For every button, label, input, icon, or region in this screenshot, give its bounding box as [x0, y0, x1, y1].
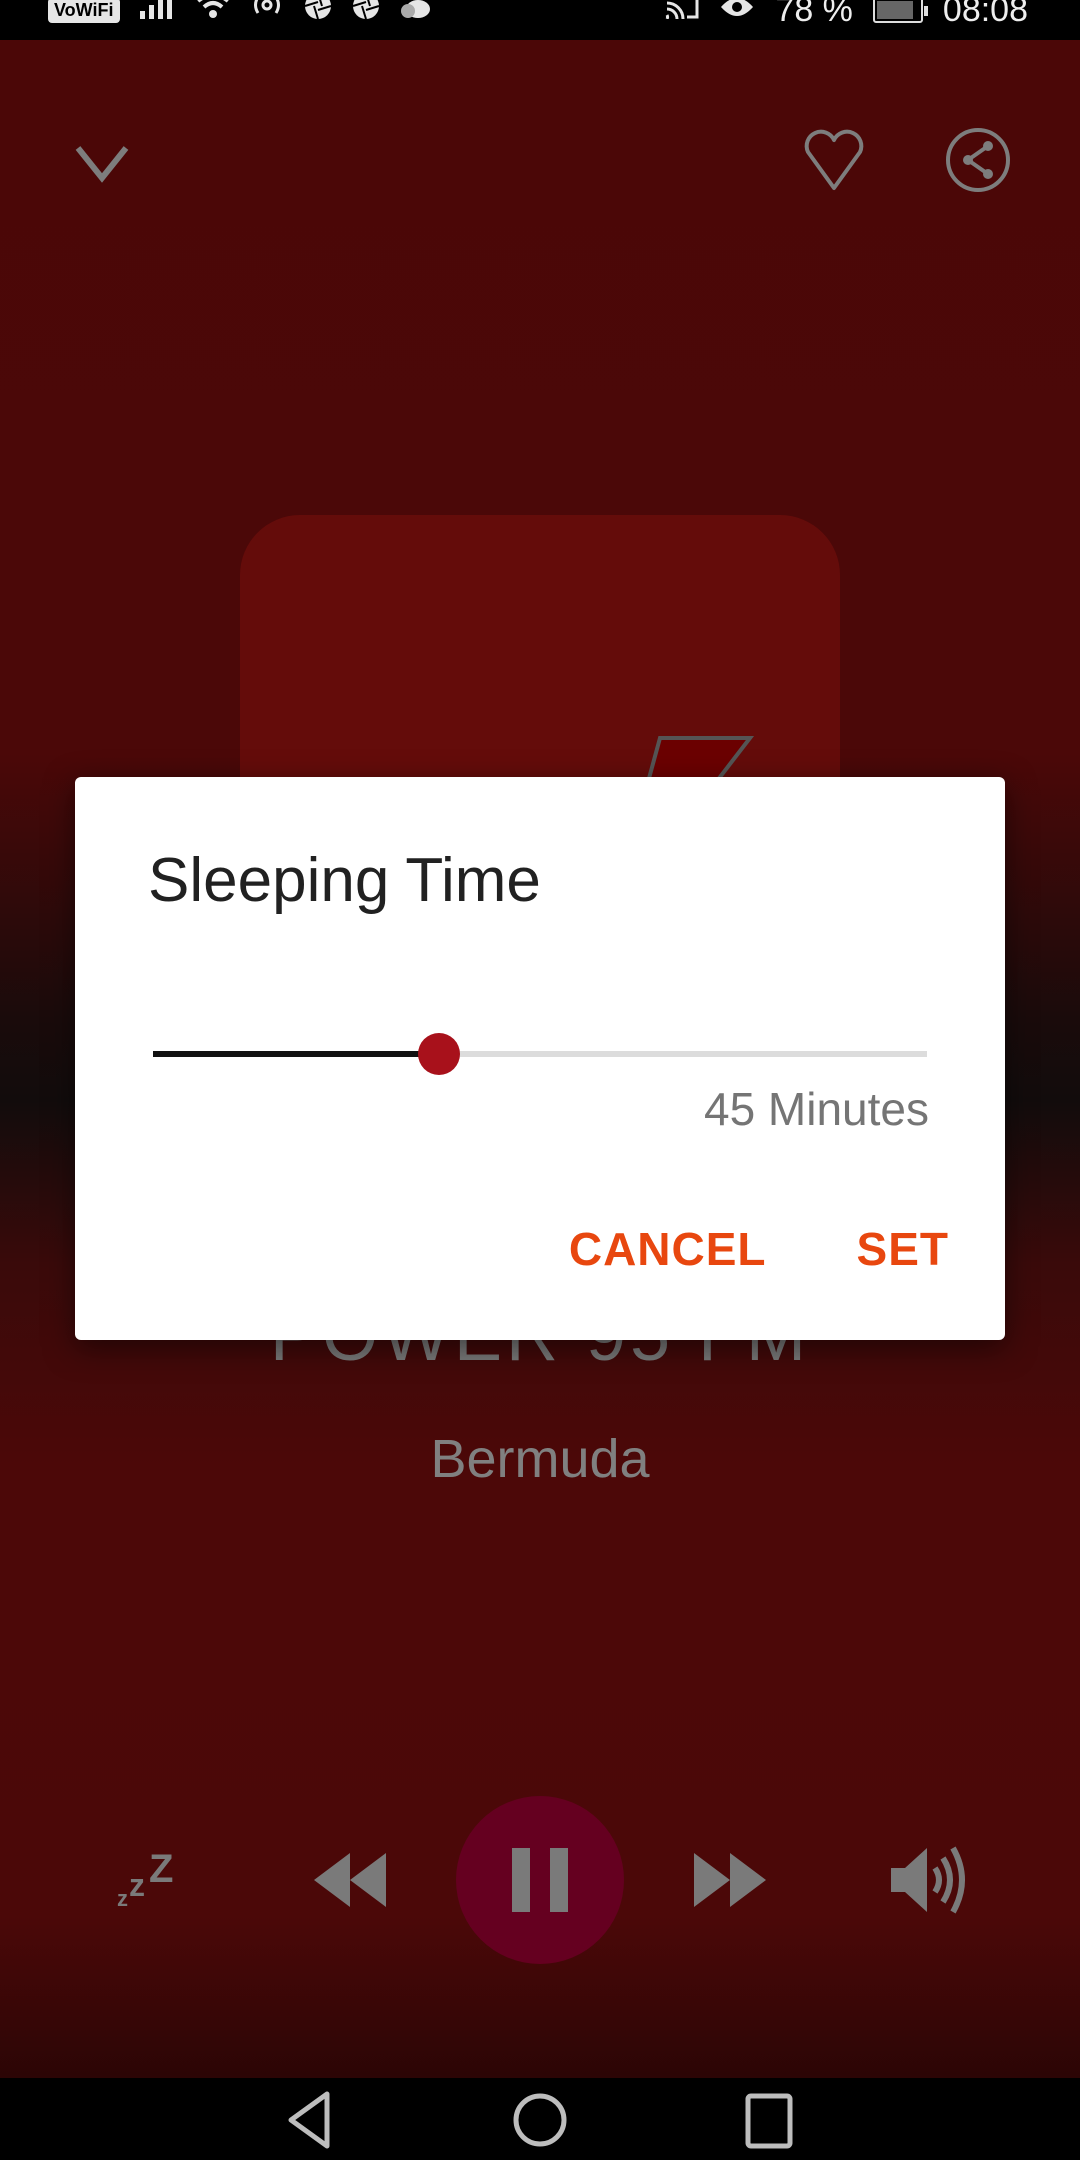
recents-icon — [745, 2093, 793, 2149]
cloud-icon — [400, 0, 430, 27]
svg-text:Z: Z — [149, 1852, 173, 1891]
aperture-icon — [352, 0, 380, 28]
fast-forward-icon — [694, 1853, 766, 1907]
dialog-title: Sleeping Time — [148, 846, 541, 915]
favorite-button[interactable] — [794, 120, 874, 200]
vowifi-icon: VoWiFi — [48, 0, 120, 23]
clock: 08:08 — [942, 0, 1028, 29]
volume-icon — [891, 1846, 965, 1914]
slider-thumb[interactable] — [418, 1033, 461, 1075]
cast-icon — [665, 0, 699, 27]
eye-icon — [719, 0, 755, 27]
back-button[interactable] — [264, 2090, 354, 2160]
cancel-button[interactable]: CANCEL — [569, 1222, 767, 1276]
svg-text:z: z — [117, 1886, 128, 1908]
sleep-time-slider[interactable] — [153, 1027, 927, 1077]
sleep-timer-dialog: Sleeping Time 45 Minutes CANCEL SET — [75, 777, 1005, 1340]
heart-icon — [804, 129, 864, 190]
home-icon — [513, 2093, 567, 2147]
collapse-button[interactable] — [62, 120, 142, 200]
battery-percent: 78 % — [775, 0, 853, 29]
recents-button[interactable] — [724, 2090, 814, 2160]
svg-text:z: z — [129, 1867, 145, 1903]
signal-icon — [139, 0, 176, 27]
rewind-button[interactable] — [310, 1795, 390, 1965]
fast-forward-button[interactable] — [690, 1795, 770, 1965]
aperture-icon — [304, 0, 332, 28]
status-bar: VoWiFi 78 % 08:08 — [0, 0, 1080, 40]
back-icon — [288, 2091, 330, 2149]
slider-fill — [153, 1051, 440, 1057]
sleep-timer-icon: z z Z — [117, 1852, 173, 1908]
station-country: Bermuda — [430, 1429, 650, 1489]
chevron-down-icon — [75, 146, 129, 183]
navigation-bar — [0, 2078, 1080, 2160]
wifi-icon — [196, 0, 230, 27]
rewind-icon — [314, 1853, 386, 1907]
share-button[interactable] — [938, 120, 1018, 200]
share-icon — [946, 128, 1010, 192]
playback-controls: z z Z — [0, 1795, 1080, 1965]
volume-button[interactable] — [886, 1795, 976, 1965]
home-button[interactable] — [495, 2090, 585, 2160]
dialog-actions: CANCEL SET — [569, 1222, 949, 1276]
pause-icon — [512, 1848, 568, 1912]
battery-icon — [872, 0, 928, 23]
sleep-timer-button[interactable]: z z Z — [110, 1795, 190, 1965]
battery-fill — [876, 1, 913, 19]
set-button[interactable]: SET — [857, 1222, 949, 1276]
hotspot-icon — [250, 0, 284, 27]
pause-button[interactable] — [456, 1796, 624, 1964]
slider-value-label: 45 Minutes — [703, 1083, 929, 1135]
